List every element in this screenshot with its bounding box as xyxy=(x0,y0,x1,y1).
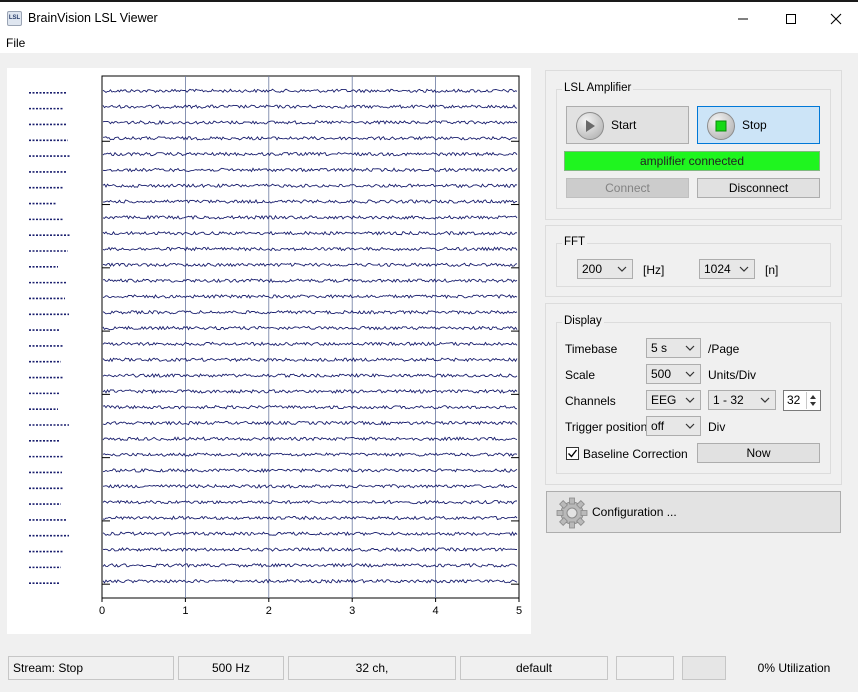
x-tick-label: 0 xyxy=(99,605,105,617)
x-tick-label: 1 xyxy=(182,605,188,617)
start-button[interactable]: Start xyxy=(566,106,689,144)
minimize-button[interactable] xyxy=(720,4,766,33)
menu-bar: File xyxy=(0,33,858,53)
configuration-label: Configuration ... xyxy=(592,505,677,519)
window-title: BrainVision LSL Viewer xyxy=(28,11,158,25)
fft-frequency-unit: [Hz] xyxy=(643,263,665,277)
channels-label: Channels xyxy=(565,394,616,408)
fft-size-unit: [n] xyxy=(765,263,779,277)
stop-button[interactable]: Stop xyxy=(697,106,820,144)
baseline-label: Baseline Correction xyxy=(583,447,688,461)
display-title: Display xyxy=(562,315,604,327)
x-tick-label: 4 xyxy=(433,605,439,617)
fft-frequency-value: 200 xyxy=(582,262,603,276)
chevron-down-icon xyxy=(685,371,695,377)
stop-label: Stop xyxy=(742,118,767,132)
menu-file[interactable]: File xyxy=(6,36,25,50)
maximize-icon xyxy=(786,13,796,24)
checkmark-icon xyxy=(568,449,578,458)
chevron-down-icon xyxy=(685,397,695,403)
channel-range-select[interactable]: 1 - 32 xyxy=(708,390,776,410)
utilization: 0% Utilization xyxy=(757,661,831,675)
channel-info: 32 ch, xyxy=(288,656,456,680)
timebase-label: Timebase xyxy=(565,342,618,356)
chevron-down-icon xyxy=(760,397,770,403)
title-bar: LSL BrainVision LSL Viewer xyxy=(0,0,858,33)
channel-count-value: 32 xyxy=(787,393,801,407)
eeg-plot: 0 1 2 3 4 5 xyxy=(29,75,522,617)
gear-icon xyxy=(556,497,588,529)
channel-count-spinbox[interactable]: 32 xyxy=(783,390,821,411)
mode-info: default xyxy=(460,656,608,680)
close-button[interactable] xyxy=(813,4,858,33)
sample-rate: 500 Hz xyxy=(178,656,284,680)
minimize-icon xyxy=(738,18,748,19)
stop-icon xyxy=(707,112,735,140)
status-bar: Stream: Stop 500 Hz 32 ch, default 0% Ut… xyxy=(0,650,858,692)
disconnect-button[interactable]: Disconnect xyxy=(697,178,820,198)
configuration-button[interactable]: Configuration ... xyxy=(546,491,841,533)
status-indicator xyxy=(682,656,726,680)
trigger-select[interactable]: off xyxy=(646,416,701,436)
baseline-checkbox[interactable] xyxy=(566,447,579,460)
connect-button[interactable]: Connect xyxy=(566,178,689,198)
x-tick-label: 5 xyxy=(516,605,522,617)
timebase-unit: /Page xyxy=(708,342,740,356)
channel-type-select[interactable]: EEG xyxy=(646,390,701,410)
app-logo-icon: LSL xyxy=(7,11,22,26)
status-field-empty xyxy=(616,656,674,680)
fft-frequency-select[interactable]: 200 xyxy=(577,259,633,279)
chevron-down-icon xyxy=(617,266,627,272)
amplifier-title: LSL Amplifier xyxy=(562,82,634,94)
scale-select[interactable]: 500 xyxy=(646,364,701,384)
chevron-down-icon xyxy=(685,345,695,351)
scale-unit: Units/Div xyxy=(708,368,757,382)
channel-range-value: 1 - 32 xyxy=(713,393,744,407)
close-icon xyxy=(830,13,842,24)
channel-type-value: EEG xyxy=(651,393,677,407)
amplifier-status: amplifier connected xyxy=(564,151,820,171)
x-tick-label: 3 xyxy=(349,605,355,617)
play-icon xyxy=(576,112,604,140)
spin-arrows-icon[interactable] xyxy=(806,392,819,409)
scale-label: Scale xyxy=(565,368,596,382)
fft-size-select[interactable]: 1024 xyxy=(699,259,755,279)
stream-status: Stream: Stop xyxy=(8,656,174,680)
trigger-unit: Div xyxy=(708,420,726,434)
trigger-value: off xyxy=(651,419,665,433)
eeg-plot-panel: 0 1 2 3 4 5 xyxy=(7,68,531,634)
maximize-button[interactable] xyxy=(768,4,814,33)
x-tick-label: 2 xyxy=(266,605,272,617)
fft-title: FFT xyxy=(562,236,588,248)
now-button[interactable]: Now xyxy=(697,443,820,463)
timebase-select[interactable]: 5 s xyxy=(646,338,701,358)
scale-value: 500 xyxy=(651,367,672,381)
chevron-down-icon xyxy=(685,423,695,429)
chevron-down-icon xyxy=(739,266,749,272)
trigger-label: Trigger position xyxy=(565,420,648,434)
timebase-value: 5 s xyxy=(651,341,668,355)
start-label: Start xyxy=(611,118,637,132)
fft-size-value: 1024 xyxy=(704,262,731,276)
